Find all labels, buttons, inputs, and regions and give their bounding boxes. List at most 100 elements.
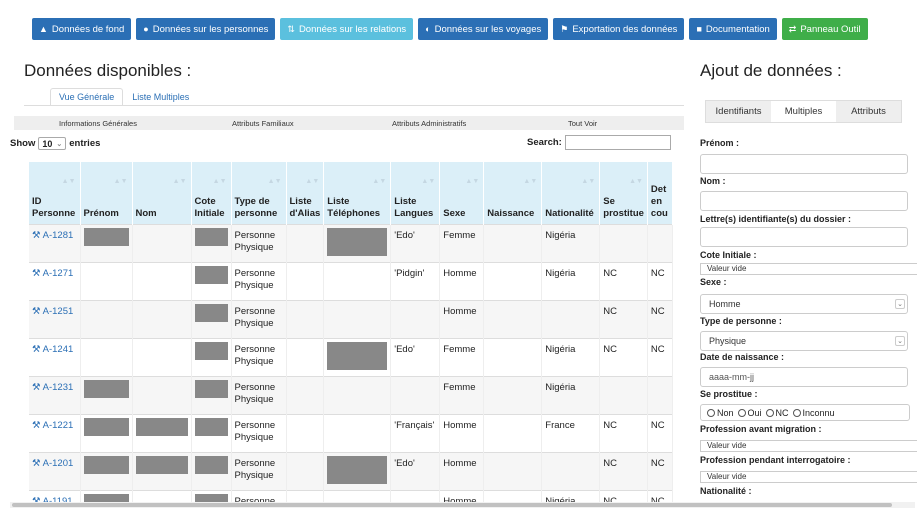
filter-informations-generales[interactable]: Informations Générales [59,119,137,128]
cote-cell [191,451,232,490]
prof-pendant-label: Profession pendant interrogatoire : [700,455,851,465]
top-navigation: ▲ Données de fond ● Données sur les personn… [32,18,868,40]
column-header[interactable]: Liste Téléphones ▲▼ [323,162,392,224]
sort-icon: ▲▼ [113,178,128,185]
type-select[interactable]: Physique ⌄ [700,331,908,351]
langues-cell [390,375,441,414]
radio-oui[interactable]: Oui [737,408,762,418]
page-length-select[interactable]: 10 ⌄ [38,137,67,150]
column-header-label: Liste Téléphones [327,195,381,219]
nationalite-cell-value: Nigéria [545,381,576,393]
prenom-cell [80,261,133,300]
tel-cell [323,451,392,490]
tab-multiples[interactable]: Multiples [771,101,836,122]
edit-link[interactable]: ⚒ A-1201 [32,458,73,469]
column-header[interactable]: Nom ▲▼ [132,162,192,224]
id-cell: ⚒ A-1271 [29,261,81,300]
search-input[interactable] [564,135,671,150]
redacted-block [194,341,228,360]
sexe-cell: Femme [439,223,485,262]
filter-attributs-administratifs[interactable]: Attributs Administratifs [392,119,466,128]
edit-link[interactable]: ⚒ A-1231 [32,382,73,393]
nav-button-5[interactable]: ■ Documentation [689,18,777,40]
tel-cell [323,299,392,338]
prenom-cell [80,375,133,414]
prostitue-cell: NC [599,337,648,376]
column-header[interactable]: Nationalité ▲▼ [541,162,601,224]
radio-inconnu[interactable]: Inconnu [792,408,835,418]
naissance-field[interactable]: aaaa-mm-jj [700,367,908,387]
naissance-cell [483,413,543,452]
redacted-block [135,455,188,474]
sexe-cell-value: Homme [443,267,477,279]
prof-avant-label: Profession avant migration : [700,424,822,434]
edit-link[interactable]: ⚒ A-1271 [32,268,73,279]
nav-label: Données sur les voyages [434,23,542,35]
nav-button-3[interactable]: ◐ Données sur les voyages [418,18,549,40]
nav-button-4[interactable]: ⚑ Exportation des données [553,18,685,40]
column-header[interactable]: ID Personne ▲▼ [29,162,81,224]
table-row: ⚒ A-1251 Personne Physique Homme NC NC [29,299,673,338]
column-header[interactable]: Det en cou [647,162,673,224]
nav-button-2[interactable]: ⇅ Données sur les relations [280,18,414,40]
column-header[interactable]: Cote Initiale ▲▼ [191,162,232,224]
column-header-label: Type de personne [234,195,278,219]
edit-link[interactable]: ⚒ A-1241 [32,344,73,355]
lettres-field[interactable] [700,227,908,247]
naissance-cell [483,375,543,414]
det-cell-value: NC [650,305,665,317]
nom-cell [132,261,192,300]
redacted-block [194,379,228,398]
user-icon: ● [143,23,149,34]
prenom-field[interactable] [700,154,908,174]
prof-pendant-select[interactable]: Valeur vide [700,471,917,483]
column-header[interactable]: Sexe ▲▼ [439,162,485,224]
prostitue-cell-value: NC [603,343,618,355]
langues-cell: 'Edo' [390,223,441,262]
prof-avant-select[interactable]: Valeur vide [700,440,917,452]
sexe-select[interactable]: Homme ⌄ [700,294,908,314]
tab-attributs[interactable]: Attributs [836,101,901,122]
sexe-cell-value: Femme [443,229,476,241]
wrench-icon: ⚒ [32,343,43,355]
page-length-control: Show 10 ⌄ entries [10,137,100,150]
column-header-label: ID Personne [32,195,76,219]
nom-field[interactable] [700,191,908,211]
edit-link[interactable]: ⚒ A-1281 [32,230,73,241]
naissance-placeholder: aaaa-mm-jj [709,372,755,382]
filter-tout-voir[interactable]: Tout Voir [568,119,597,128]
naissance-cell [483,261,543,300]
redacted-block [194,417,228,436]
scrollbar-thumb[interactable] [12,503,892,507]
column-header[interactable]: Type de personne ▲▼ [231,162,287,224]
radio-nc[interactable]: NC [765,408,789,418]
radio-non[interactable]: Non [707,408,734,418]
redacted-block [194,265,228,284]
nav-button-6[interactable]: ⇄ Panneau Outil [781,18,868,40]
chevron-down-icon: ⌄ [895,299,905,309]
nav-label: Données sur les personnes [152,23,269,35]
tab-liste-multiples[interactable]: Liste Multiples [123,88,198,106]
edit-link[interactable]: ⚒ A-1251 [32,306,73,317]
person-id: A-1281 [42,229,74,241]
column-header[interactable]: Prénom ▲▼ [80,162,133,224]
column-header[interactable]: Se prostitue ▲▼ [599,162,648,224]
column-header-label: Nationalité [545,207,594,219]
filter-attributs-familiaux[interactable]: Attributs Familiaux [232,119,294,128]
person-id: A-1231 [42,381,74,393]
prostitue-cell-value: NC [603,419,618,431]
column-header[interactable]: Liste Langues ▲▼ [390,162,441,224]
nav-button-0[interactable]: ▲ Données de fond [32,18,132,40]
column-header[interactable]: Naissance ▲▼ [483,162,543,224]
tab-vue-generale[interactable]: Vue Générale [50,88,124,106]
cote-select[interactable]: Valeur vide [700,263,917,275]
sexe-cell-value: Homme [443,419,477,431]
langues-cell-value: 'Edo' [394,343,415,355]
page-length-value: 10 [42,138,53,149]
nav-button-1[interactable]: ● Données sur les personnes [136,18,276,40]
tab-identifiants[interactable]: Identifiants [706,101,771,122]
horizontal-scrollbar[interactable] [10,502,915,508]
column-header[interactable]: Liste d'Alias ▲▼ [286,162,325,224]
edit-link[interactable]: ⚒ A-1221 [32,420,73,431]
wrench-icon: ⚒ [32,457,43,469]
